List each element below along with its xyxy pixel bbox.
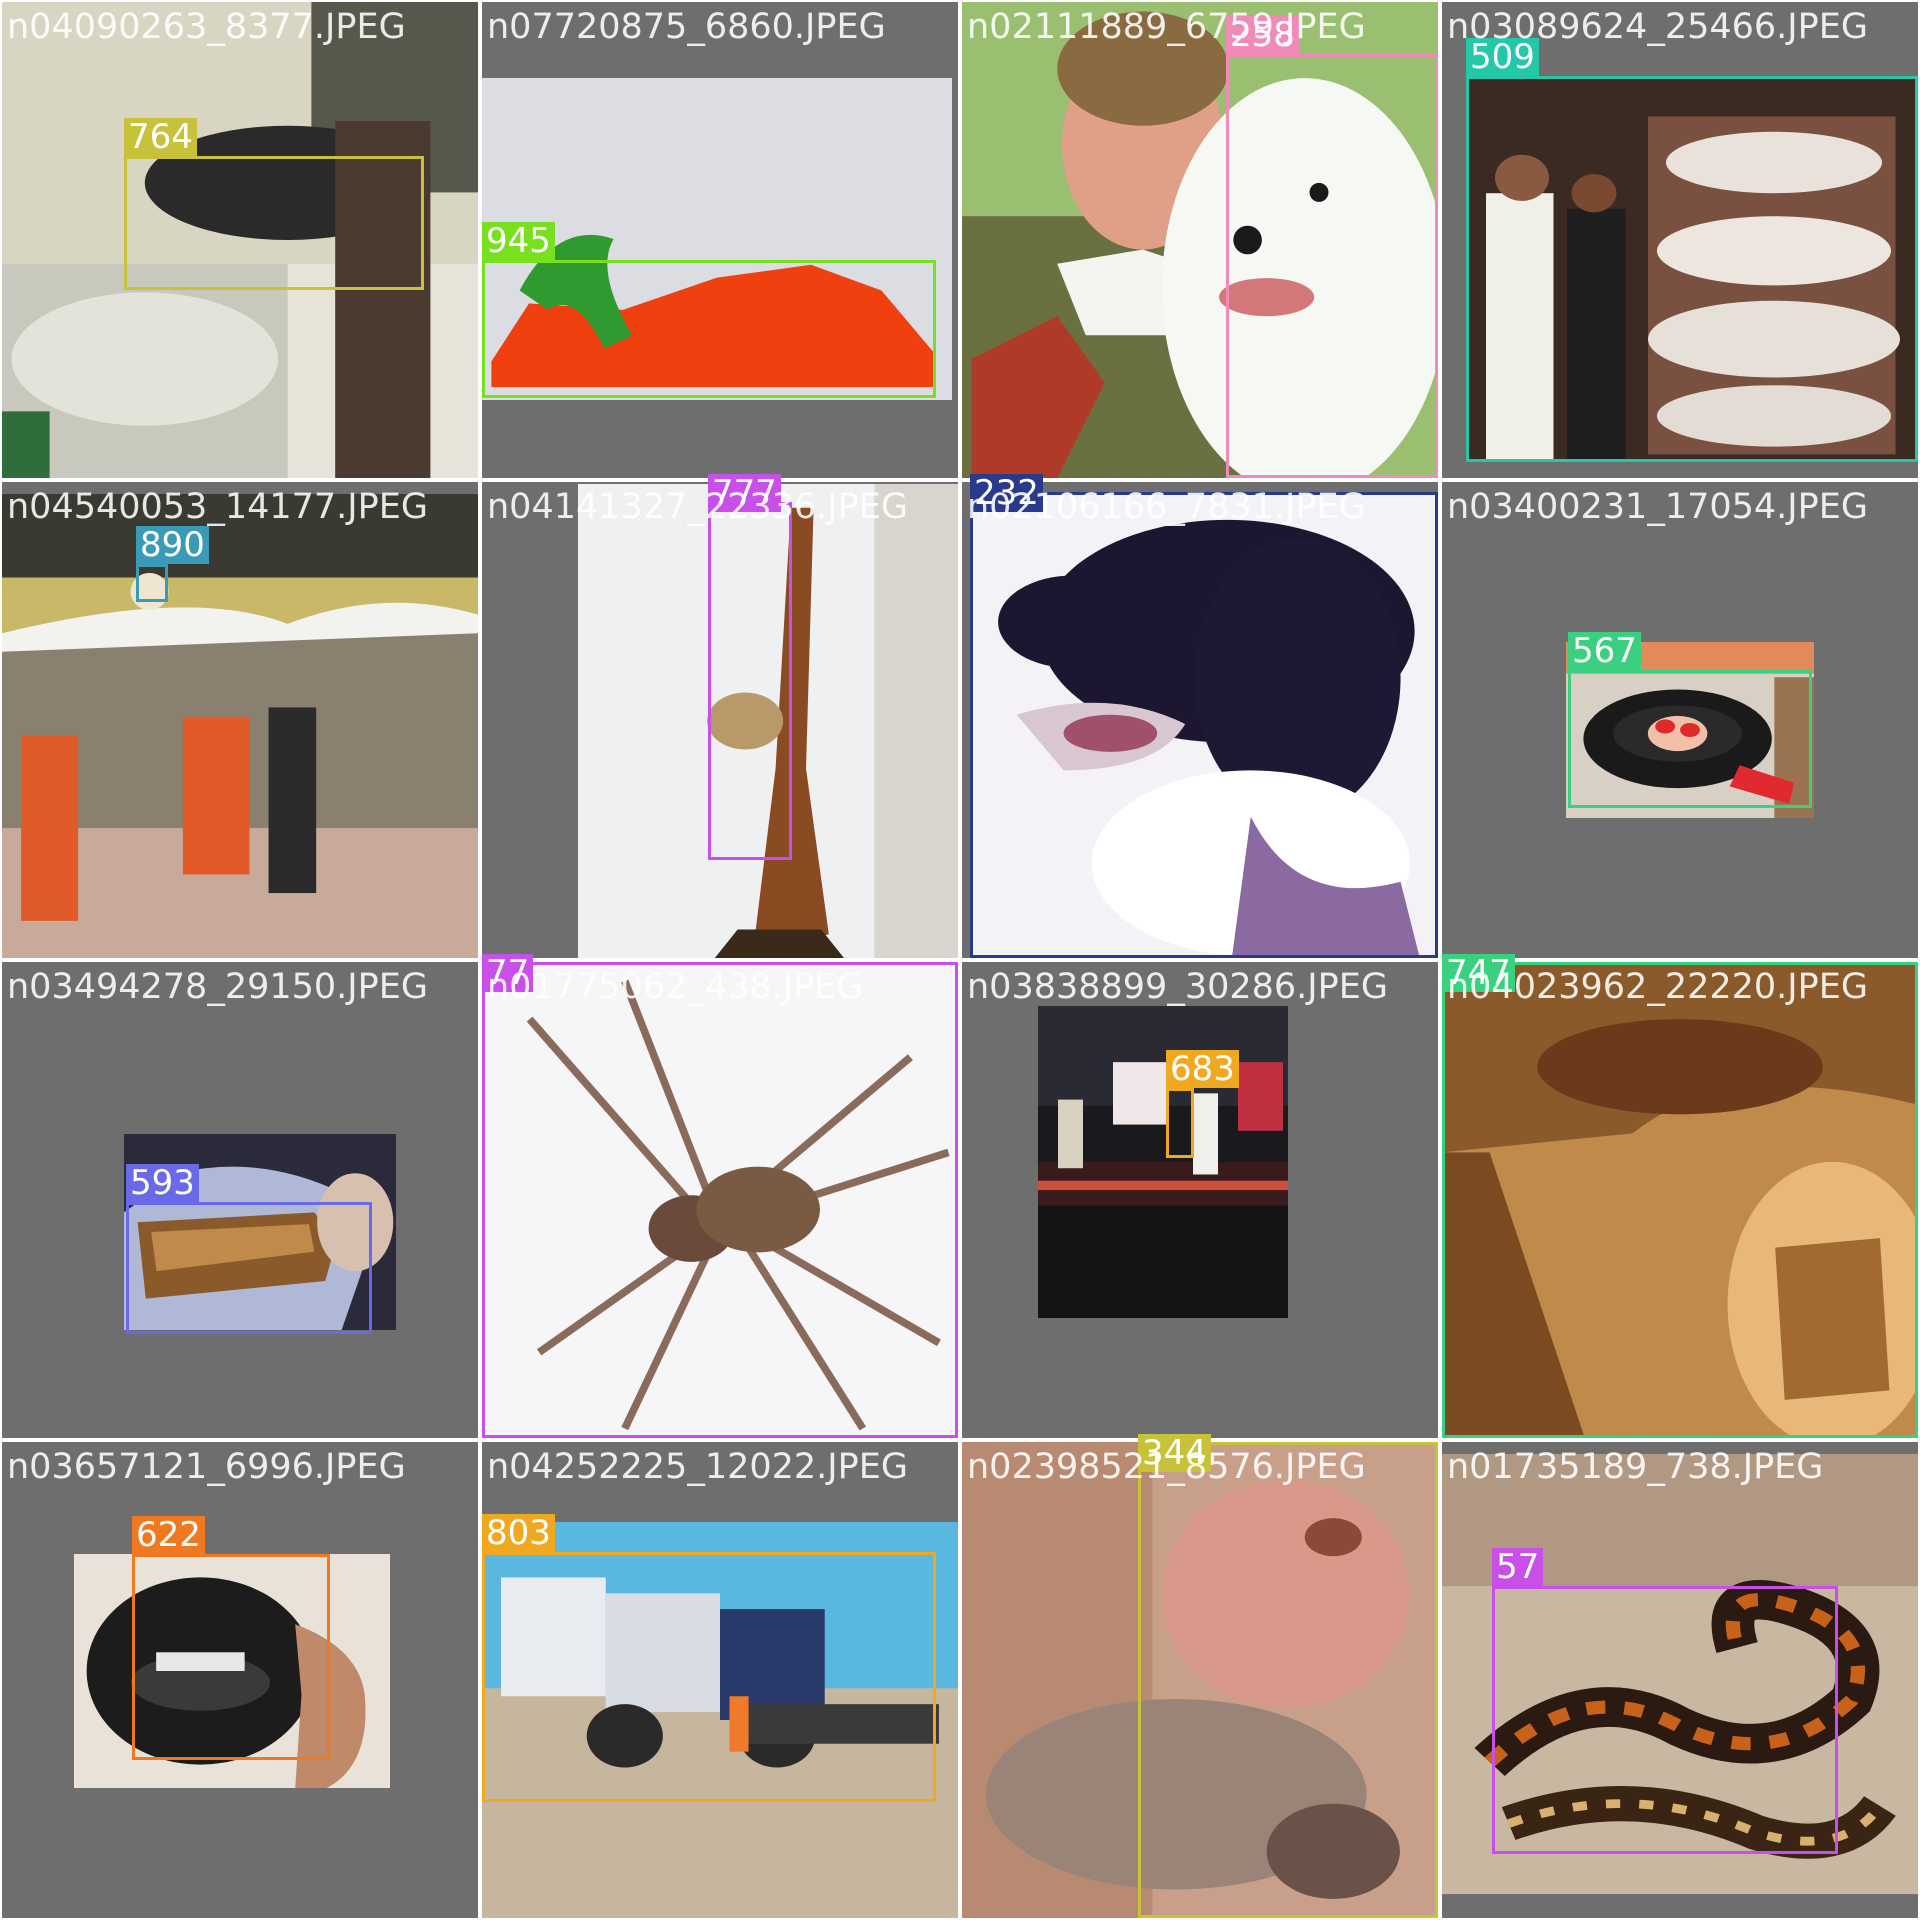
grid-tile: n03494278_29150.JPEG 593	[2, 962, 478, 1438]
detection-box	[1166, 1088, 1194, 1158]
tile-filename: n03838899_30286.JPEG	[967, 967, 1388, 1007]
tile-background	[2, 962, 478, 1438]
volleyball-game-image	[2, 494, 478, 958]
grid-tile: n01775062_438.JPEG 77	[482, 954, 958, 1438]
detection-class-label: 890	[136, 526, 209, 564]
detection-box	[132, 1554, 330, 1760]
tile-filename: n02398521_8576.JPEG	[967, 1447, 1366, 1487]
tile-filename: n02111889_6759.JPEG	[967, 7, 1366, 47]
grid-tile: n03089624_25466.JPEG 509	[1442, 2, 1918, 478]
grid-tile: n02106166_7831.JPEG 232	[962, 474, 1438, 958]
grid-tile: n03657121_6996.JPEG 622	[2, 1442, 478, 1918]
tile-filename: n02106166_7831.JPEG	[967, 487, 1366, 527]
tile-filename: n04023962_22220.JPEG	[1447, 967, 1868, 1007]
tile-filename: n03400231_17054.JPEG	[1447, 487, 1868, 527]
grid-tile: n03838899_30286.JPEG 683	[962, 962, 1438, 1438]
detection-box	[1492, 1586, 1838, 1854]
grid-tile: n01735189_738.JPEG 57	[1442, 1442, 1918, 1918]
detection-class-label: 764	[124, 118, 197, 156]
grid-tile: n07720875_6860.JPEG 945	[482, 2, 958, 478]
detection-class-label: 803	[482, 1514, 555, 1552]
detection-class-label: 683	[1166, 1050, 1239, 1088]
tile-background	[962, 962, 1438, 1438]
tile-filename: n03089624_25466.JPEG	[1447, 7, 1868, 47]
grid-tile: n04252225_12022.JPEG 803	[482, 1442, 958, 1918]
grid-tile: n04141327_22336.JPEG 777	[482, 474, 958, 958]
detection-class-label: 593	[126, 1164, 199, 1202]
image-grid: n04090263_8377.JPEG 764 n07720875_6860.JPE…	[0, 0, 1920, 1920]
tile-filename: n07720875_6860.JPEG	[487, 7, 886, 47]
detection-box	[1226, 54, 1438, 478]
detection-box	[126, 1202, 372, 1334]
grid-tile: n04090263_8377.JPEG 764	[2, 2, 478, 478]
detection-class-label: 57	[1492, 1548, 1544, 1586]
detection-box	[136, 564, 168, 602]
tile-background	[2, 482, 478, 958]
grid-tile: n03400231_17054.JPEG 567	[1442, 482, 1918, 958]
detection-box	[1466, 76, 1918, 462]
detection-class-label: 567	[1568, 632, 1641, 670]
tile-filename: n03494278_29150.JPEG	[7, 967, 428, 1007]
detection-box	[124, 156, 424, 290]
grid-tile: n02111889_6759.JPEG 258	[962, 2, 1438, 478]
tile-filename: n03657121_6996.JPEG	[7, 1447, 406, 1487]
tile-filename: n01735189_738.JPEG	[1447, 1447, 1824, 1487]
tile-filename: n04141327_22336.JPEG	[487, 487, 908, 527]
stage-performance-image	[1038, 1006, 1288, 1318]
detection-box	[482, 260, 936, 398]
tile-filename: n04090263_8377.JPEG	[7, 7, 406, 47]
tile-filename: n01775062_438.JPEG	[487, 967, 864, 1007]
detection-box	[708, 502, 792, 860]
grid-tile: n04540053_14177.JPEG 890	[2, 482, 478, 958]
detection-box	[1442, 962, 1918, 1438]
detection-box	[1568, 670, 1812, 808]
detection-class-label: 945	[482, 222, 555, 260]
grid-tile: n04023962_22220.JPEG 747	[1442, 954, 1918, 1438]
detection-box	[482, 962, 958, 1438]
detection-box	[482, 1552, 936, 1802]
detection-class-label: 622	[132, 1516, 205, 1554]
detection-box	[1138, 1442, 1438, 1918]
tile-filename: n04252225_12022.JPEG	[487, 1447, 908, 1487]
tile-filename: n04540053_14177.JPEG	[7, 487, 428, 527]
detection-box	[970, 492, 1438, 958]
grid-tile: n02398521_8576.JPEG 344	[962, 1434, 1438, 1918]
